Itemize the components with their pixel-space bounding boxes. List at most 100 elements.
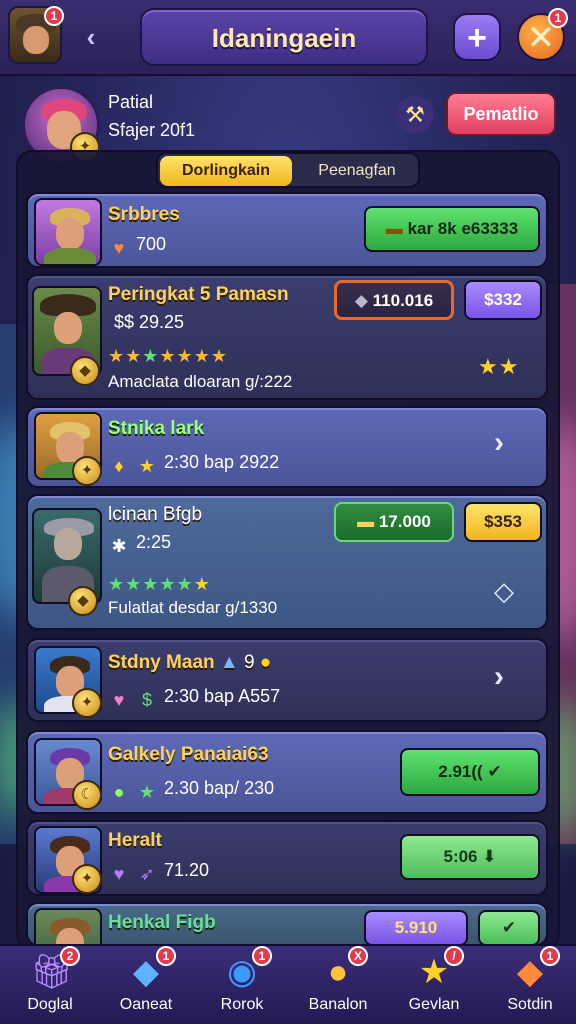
star-rating: ★★★★★★	[108, 574, 211, 594]
tab-dorlingkain[interactable]: Dorlingkain	[160, 156, 292, 186]
card-stat: ♥ $2:30 bap A557	[108, 686, 280, 711]
rank-medal-icon: ✦	[72, 864, 102, 894]
star-icon: ★	[138, 782, 156, 802]
ore-icon: ◆	[354, 291, 373, 310]
hammer-icon[interactable]: ⚒	[396, 96, 434, 134]
card-title: Stdny Maan ▲ 9 ●	[108, 652, 271, 674]
diamond-icon[interactable]: ◇	[494, 576, 514, 607]
arrow-down-icon: ⬇	[482, 847, 497, 866]
buy-button[interactable]: $353	[464, 502, 542, 542]
feather-icon: ➶	[139, 864, 155, 884]
card-stat-value: 2:30 bap 2922	[164, 452, 280, 472]
claim-button-label: kar 8k e63333	[407, 219, 519, 238]
nav-label: Banalon	[308, 996, 368, 1013]
page-title: Idaningaein	[140, 8, 428, 66]
nav-item-sotdin[interactable]: ◆ 1 Sotdin	[482, 946, 576, 1024]
rank-medal-icon: ✦	[72, 688, 102, 718]
nav-label: Rorok	[220, 996, 264, 1013]
list-item[interactable]: Srbbres ♥ 700 ▬ kar 8k e63333	[26, 192, 548, 268]
gold-bar-icon: ▬	[385, 219, 408, 238]
profile-action-button[interactable]: Pematlio	[446, 92, 556, 136]
card-stat: ♥ 700	[108, 234, 166, 259]
rank-medal-icon: ◆	[70, 356, 100, 386]
face-shape	[56, 218, 84, 250]
card-title: Peringkat 5 Pamasn	[108, 284, 289, 305]
nav-label: Doglal	[27, 996, 73, 1013]
card-stat-value: 2:25	[136, 532, 172, 552]
heart-icon: ♥	[113, 864, 125, 884]
card-stat-value: $$ 29.25	[114, 312, 185, 332]
card-title: Henkal Figb	[108, 912, 216, 933]
list-item[interactable]: Henkal Figb 5.910 ✔	[26, 902, 548, 946]
currency-icon: $	[141, 690, 152, 710]
claim-button[interactable]: ▬ kar 8k e63333	[364, 206, 540, 252]
star-icon: ★	[142, 346, 160, 366]
nav-label: Oaneat	[119, 996, 173, 1013]
card-stat: ✱ 2:25	[108, 532, 171, 557]
card-stat-value: 700	[136, 234, 167, 254]
claim-button-label: 5:06	[443, 847, 478, 866]
list-item[interactable]: ◆ Peringkat 5 Pamasn $$ 29.25 ★★★★★★★ Am…	[26, 274, 548, 400]
card-stat: ♥ ➶ 71.20	[108, 860, 209, 885]
tab-peenagfan[interactable]: Peenagfan	[296, 156, 418, 186]
chevron-right-icon[interactable]: ›	[494, 426, 504, 460]
price-button[interactable]: ◆ 110.016	[334, 280, 454, 320]
chevron-right-icon[interactable]: ›	[494, 660, 504, 694]
potion-icon: ●	[113, 782, 125, 802]
nav-item-doglal[interactable]: 🎁︎ 2 Doglal	[2, 946, 98, 1024]
list-item[interactable]: ◆ lcinan Bfgb ✱ 2:25 ★★★★★★ Fulatlat desd…	[26, 494, 548, 630]
card-title: Stnika lark	[108, 418, 205, 439]
rank-medal-icon: ☾	[72, 780, 102, 810]
card-title-suffix: 9	[244, 652, 255, 673]
nav-badge: 1	[252, 946, 272, 966]
nav-item-gevlan[interactable]: ★ / Gevlan	[386, 946, 482, 1024]
star-icon: ★★	[478, 354, 520, 379]
scroll-icon: ▲	[219, 652, 239, 673]
star-rating: ★★★★★★★	[108, 346, 228, 366]
body-shape	[44, 248, 96, 264]
gold-bar-icon: ▬	[357, 512, 379, 531]
list-item[interactable]: ✦ Stnika lark ♦ ★ 2:30 bap 2922 ›	[26, 406, 548, 488]
claim-button[interactable]: 2.91(( ✔	[400, 748, 540, 796]
nav-item-banalon[interactable]: ● X Banalon	[290, 946, 386, 1024]
card-description: Amaclata dloaran g/:222	[108, 372, 293, 391]
card-title: lcinan Bfgb	[108, 504, 203, 525]
nav-item-oaneat[interactable]: ◆ 1 Oaneat	[98, 946, 194, 1024]
checkmark-icon: ✔	[501, 918, 517, 937]
nav-badge: 2	[60, 946, 80, 966]
rank-medal-icon: ◆	[68, 586, 98, 616]
card-title: Srbbres	[108, 204, 180, 225]
price-button[interactable]: 5.910	[364, 910, 468, 944]
list-item[interactable]: ✦ Heralt ♥ ➶ 71.20 5:06 ⬇	[26, 820, 548, 896]
avatar-notification-badge: 1	[44, 6, 64, 26]
claim-button[interactable]: ✔	[478, 910, 540, 944]
price-button[interactable]: ▬ 17.000	[334, 502, 454, 542]
list-item[interactable]: ✦ Stdny Maan ▲ 9 ● ♥ $2:30 bap A557 ›	[26, 638, 548, 722]
tab-bar: Dorlingkain Peenagfan	[156, 152, 420, 188]
card-stat-value: 2:30 bap A557	[164, 686, 281, 706]
claim-button[interactable]: 5:06 ⬇	[400, 834, 540, 880]
card-stat-value: 71.20	[164, 860, 210, 880]
card-title: Heralt	[108, 830, 162, 851]
face-shape	[23, 26, 49, 54]
card-description: Fulatlat desdar g/1330	[108, 598, 278, 617]
back-chevron-icon[interactable]: ‹	[76, 22, 106, 52]
sparkle-icon: ✱	[111, 536, 127, 556]
card-stat: $$ 29.25	[108, 310, 184, 333]
face-shape	[54, 312, 82, 344]
claim-button-label: 2.91((	[438, 762, 483, 781]
checkmark-icon: ✔	[487, 762, 502, 781]
add-button[interactable]: +	[453, 13, 501, 61]
nav-badge: X	[348, 946, 368, 966]
nav-label: Sotdin	[507, 996, 553, 1013]
rank-medal-icon: ✦	[72, 456, 102, 486]
nav-item-rorok[interactable]: ◉ 1 Rorok	[194, 946, 290, 1024]
card-title: Galkely Panaiai63	[108, 744, 269, 765]
character-portrait	[34, 908, 102, 944]
shield-icon: ♥	[113, 238, 125, 258]
buy-button[interactable]: $332	[464, 280, 542, 320]
list-item[interactable]: ☾ Galkely Panaiai63 ● ★ 2.30 bap/ 230 2.91…	[26, 730, 548, 814]
close-notification-badge: 1	[548, 8, 568, 28]
card-stat-value: 2.30 bap/ 230	[164, 778, 275, 798]
top-bar: 1 ‹ Idaningaein + ✕ 1	[0, 0, 576, 76]
